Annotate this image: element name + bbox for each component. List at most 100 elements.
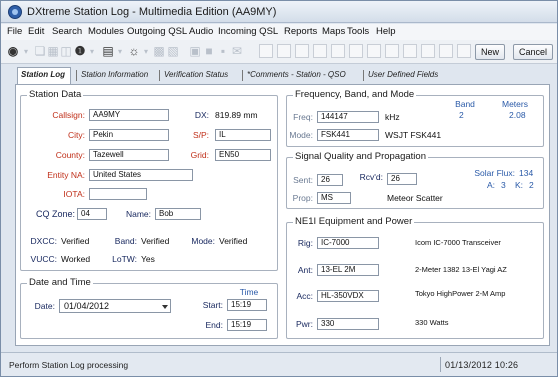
menu-modules[interactable]: Modules xyxy=(88,26,124,37)
accessory-label: Acc: xyxy=(296,291,313,301)
menu-outgoing-qsl[interactable]: Outgoing QSL xyxy=(127,26,187,37)
chart-icon[interactable]: ▩ xyxy=(153,43,165,60)
state-province-field[interactable]: IL xyxy=(215,129,271,141)
print-icon[interactable]: ▧ xyxy=(167,43,179,60)
mode-status-label: Mode: xyxy=(191,236,215,246)
equipment-power-title: NE1I Equipment and Power xyxy=(293,216,415,227)
copy-icon[interactable]: ❏ xyxy=(34,43,46,60)
menu-audio[interactable]: Audio xyxy=(189,26,213,37)
menu-maps[interactable]: Maps xyxy=(322,26,345,37)
name-field[interactable]: Bob xyxy=(155,208,201,220)
cq-zone-field[interactable]: 04 xyxy=(77,208,107,220)
delete-record-icon[interactable] xyxy=(349,44,363,58)
mode-field[interactable]: FSK441 xyxy=(317,129,379,141)
meters-header: Meters xyxy=(502,99,528,109)
clear-record-icon[interactable] xyxy=(457,44,471,58)
refresh-record-icon[interactable] xyxy=(385,44,399,58)
propagation-field[interactable]: MS xyxy=(317,192,351,204)
tab-station-information[interactable]: Station Information xyxy=(81,70,148,79)
status-bar: Perform Station Log processing 01/13/201… xyxy=(1,352,557,376)
chevron-down-icon[interactable] xyxy=(162,305,168,309)
binoculars-icon[interactable]: ◉ xyxy=(5,43,21,60)
vucc-label: VUCC: xyxy=(30,254,57,264)
info-icon[interactable]: ❶ xyxy=(73,43,87,60)
start-time-field[interactable]: 15:19 xyxy=(227,299,267,311)
lotw-label: LoTW: xyxy=(112,254,137,264)
mode-description: WSJT FSK441 xyxy=(385,130,442,140)
globe-dropdown-icon[interactable]: ▾ xyxy=(142,43,150,60)
accessory-description: Tokyo HighPower 2-M Amp xyxy=(415,289,506,298)
menu-file[interactable]: File xyxy=(7,26,22,37)
end-time-field[interactable]: 15:19 xyxy=(227,319,267,331)
station-log-panel: Station Data Callsign: AA9MY DX: 819.89 … xyxy=(15,84,550,346)
grid-field[interactable]: EN50 xyxy=(215,149,271,161)
menu-search[interactable]: Search xyxy=(52,26,82,37)
menu-tools[interactable]: Tools xyxy=(347,26,369,37)
date-picker[interactable]: 01/04/2012 xyxy=(59,299,171,313)
antenna-label: Ant: xyxy=(297,265,313,275)
signal-quality-title: Signal Quality and Propagation xyxy=(293,151,428,162)
signal-received-label: Rcv'd: xyxy=(359,172,383,182)
accessory-field[interactable]: HL-350VDX xyxy=(317,290,379,302)
label-icon[interactable]: ▣ xyxy=(189,43,201,60)
menu-incoming-qsl[interactable]: Incoming QSL xyxy=(218,26,278,37)
next-record-icon[interactable] xyxy=(295,44,309,58)
clipboard-icon[interactable]: ◫ xyxy=(60,43,72,60)
antenna-field[interactable]: 13-EL 2M xyxy=(317,264,379,276)
band-status-value: Verified xyxy=(141,236,170,246)
county-label: County: xyxy=(55,150,85,160)
rig-field[interactable]: IC-7000 xyxy=(317,237,379,249)
callsign-field[interactable]: AA9MY xyxy=(89,109,169,121)
tab-station-log[interactable]: Station Log xyxy=(21,70,65,79)
menu-reports[interactable]: Reports xyxy=(284,26,317,37)
paste-icon[interactable]: ▦ xyxy=(47,43,59,60)
cancel-button[interactable]: Cancel xyxy=(513,44,553,60)
menu-edit[interactable]: Edit xyxy=(28,26,44,37)
new-button[interactable]: New xyxy=(475,44,505,60)
dropdown-arrow-icon[interactable]: ▾ xyxy=(22,43,30,60)
document-icon[interactable]: ▤ xyxy=(101,43,115,60)
tab-user-defined-fields[interactable]: User Defined Fields xyxy=(368,70,438,79)
globe-icon[interactable]: ☼ xyxy=(127,43,141,60)
signal-sent-label: Sent: xyxy=(293,175,313,185)
tab-comments[interactable]: *Comments - Station - QSO xyxy=(247,70,346,79)
last-record-icon[interactable] xyxy=(313,44,327,58)
card-icon[interactable]: ▪ xyxy=(217,43,229,60)
filter-record-icon[interactable] xyxy=(403,44,417,58)
county-field[interactable]: Tazewell xyxy=(89,149,169,161)
document-dropdown-icon[interactable]: ▾ xyxy=(116,43,124,60)
toolbar: ◉ ▾ ❏ ▦ ◫ ❶ ▾ ▤ ▾ ☼ ▾ ▩ ▧ ▣ ■ ▪ ✉ New Ca… xyxy=(1,40,557,64)
menu-help[interactable]: Help xyxy=(376,26,396,37)
stamp-icon[interactable]: ■ xyxy=(203,43,215,60)
power-field[interactable]: 330 xyxy=(317,318,379,330)
propagation-label: Prop: xyxy=(292,193,313,203)
first-record-icon[interactable] xyxy=(259,44,273,58)
date-value: 01/04/2012 xyxy=(64,301,110,311)
info-dropdown-icon[interactable]: ▾ xyxy=(88,43,96,60)
signal-sent-field[interactable]: 26 xyxy=(317,174,343,186)
start-time-label: Start: xyxy=(202,300,223,310)
status-clock-panel: 01/13/2012 10:26 xyxy=(440,357,550,372)
frequency-field[interactable]: 144147 xyxy=(317,111,379,123)
iota-field[interactable] xyxy=(89,188,147,200)
previous-record-icon[interactable] xyxy=(277,44,291,58)
signal-received-field[interactable]: 26 xyxy=(387,173,417,185)
app-logo-icon xyxy=(8,5,22,19)
a-index-label: A: xyxy=(487,180,496,190)
edit-record-icon[interactable] xyxy=(331,44,345,58)
sort-record-icon[interactable] xyxy=(421,44,435,58)
entity-field[interactable]: United States xyxy=(89,169,193,181)
title-bar: DXtreme Station Log - Multimedia Edition… xyxy=(1,1,557,23)
callsign-label: Callsign: xyxy=(52,110,85,120)
tab-divider xyxy=(363,70,364,81)
status-message: Perform Station Log processing xyxy=(9,360,129,370)
frequency-title: Frequency, Band, and Mode xyxy=(293,89,417,100)
save-record-icon[interactable] xyxy=(367,44,381,58)
app-window: DXtreme Station Log - Multimedia Edition… xyxy=(0,0,558,377)
lookup-record-icon[interactable] xyxy=(439,44,453,58)
envelope-icon[interactable]: ✉ xyxy=(231,43,243,60)
state-province-label: S/P: xyxy=(192,130,209,140)
date-time-group: Date and Time Time Date: 01/04/2012 Star… xyxy=(20,277,278,339)
tab-verification-status[interactable]: Verification Status xyxy=(164,70,228,79)
city-field[interactable]: Pekin xyxy=(89,129,169,141)
